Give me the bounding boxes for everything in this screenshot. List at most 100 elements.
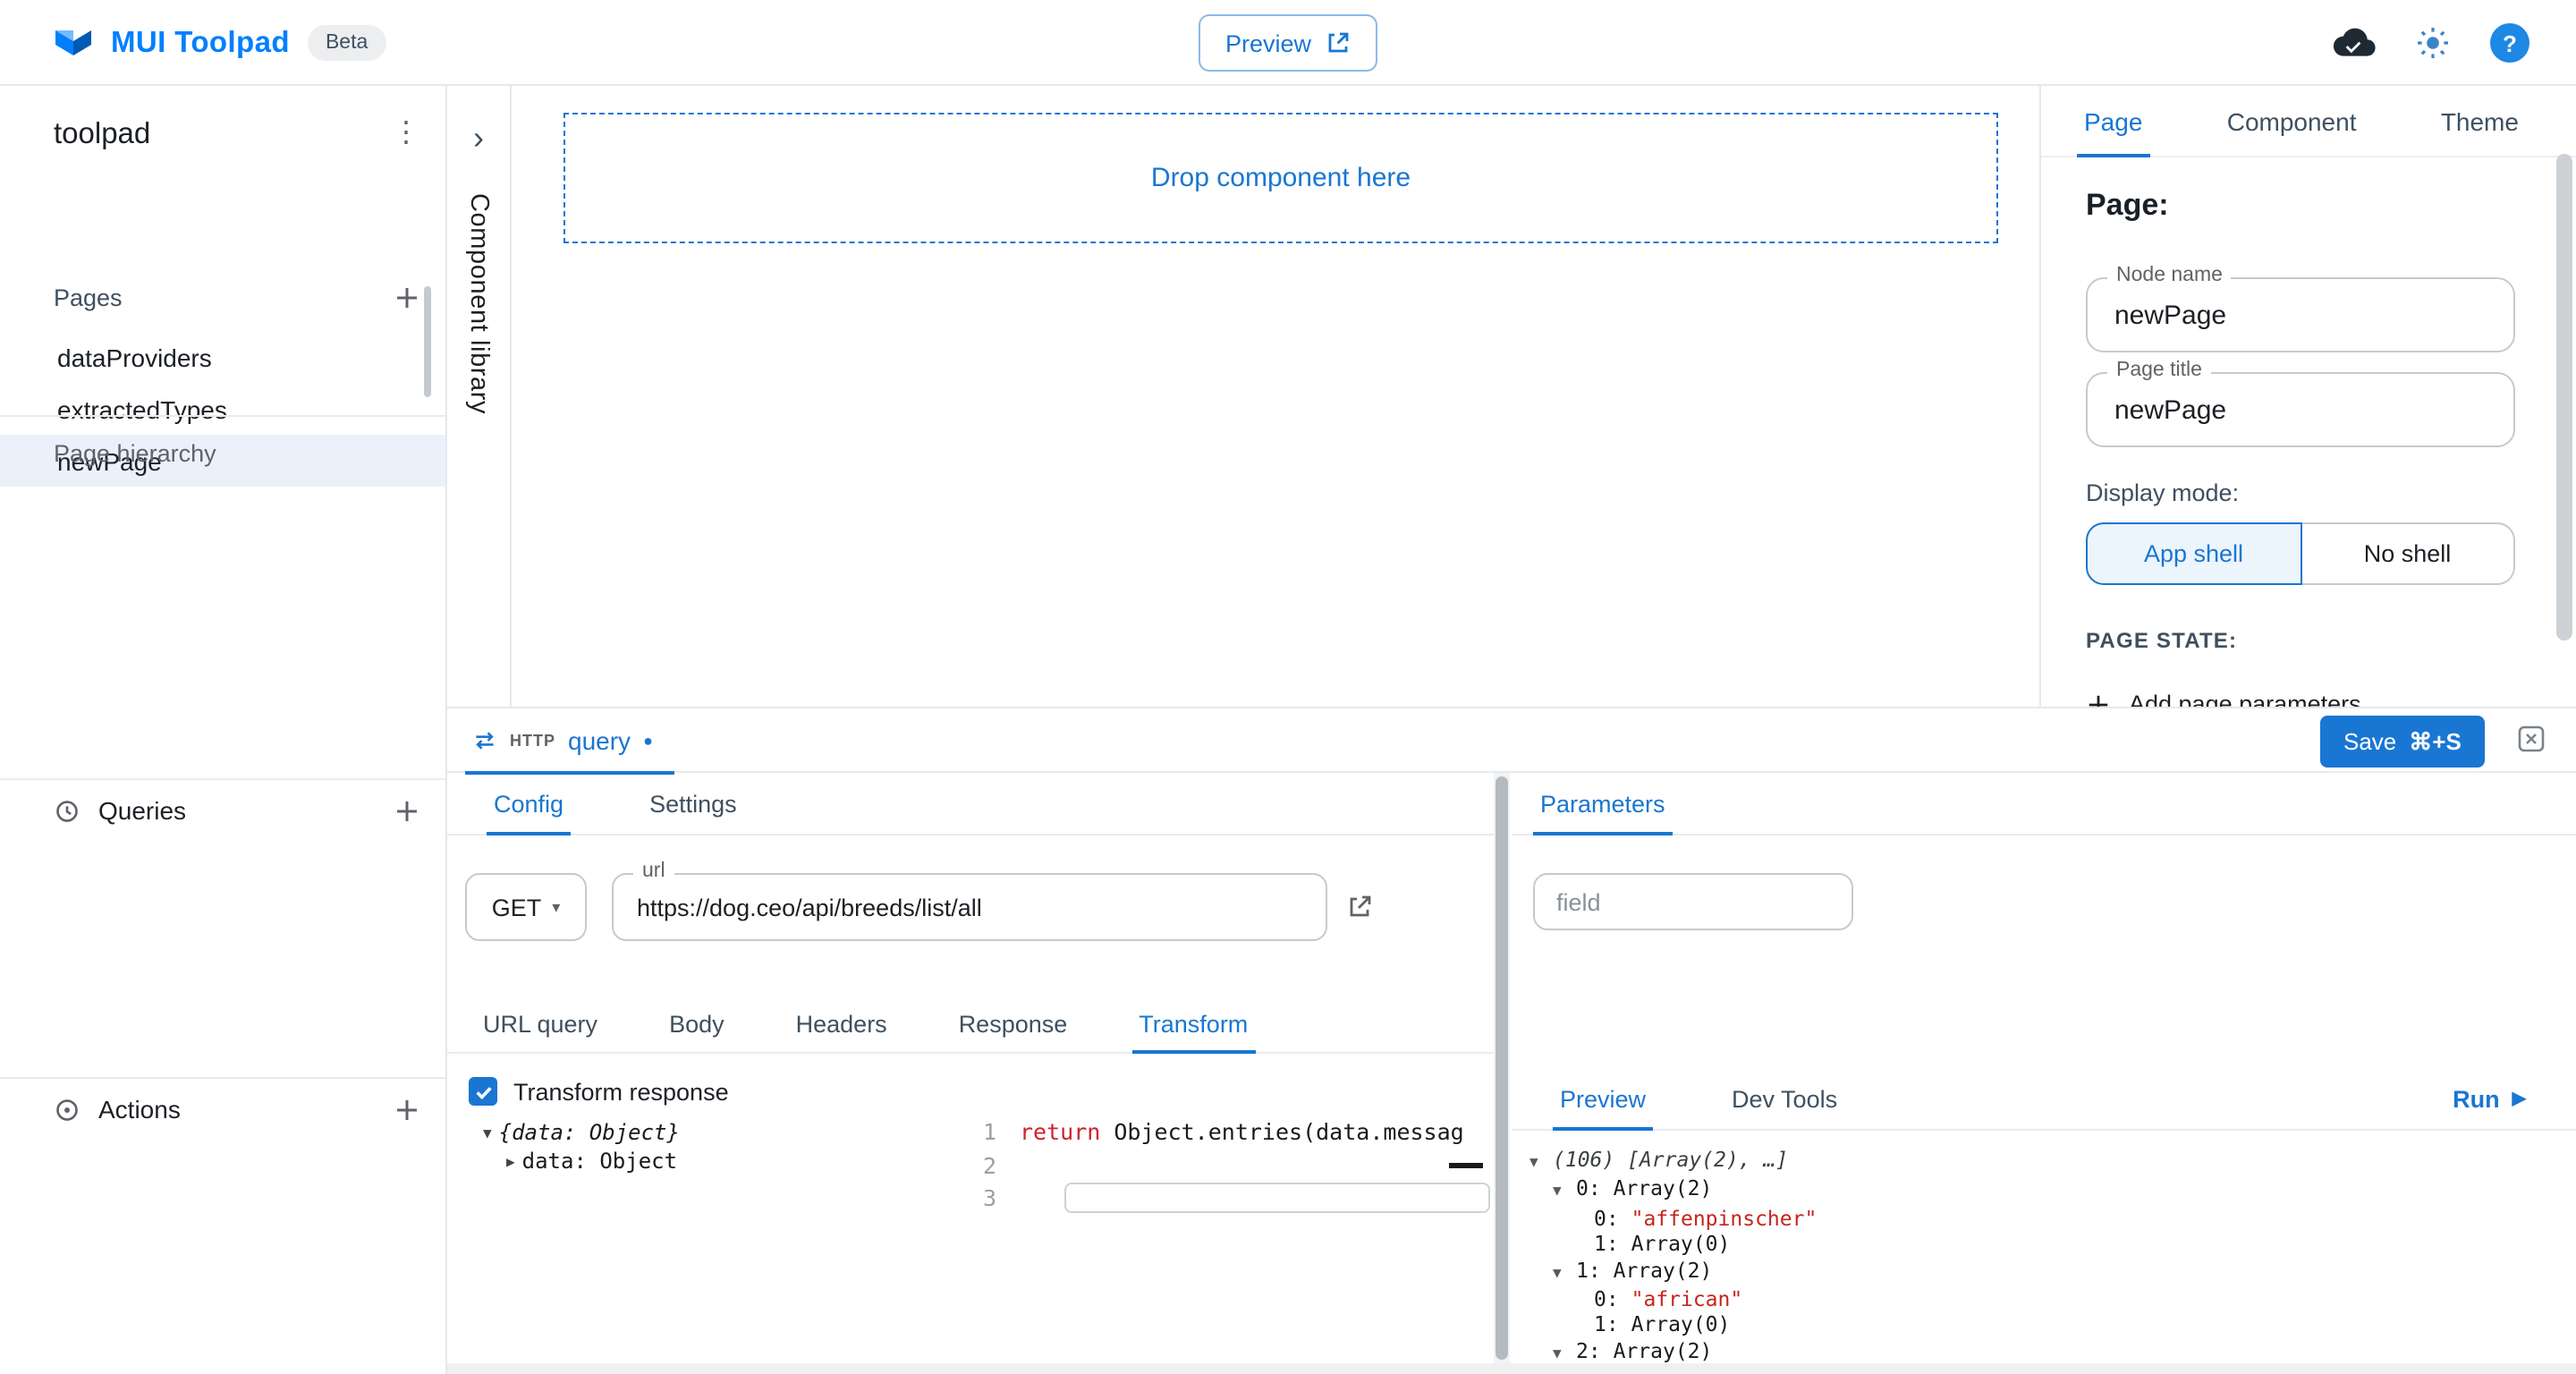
editor-overlay-dash [1449,1163,1483,1168]
tab-url-query[interactable]: URL query [476,995,605,1052]
open-url-button[interactable] [1345,893,1374,921]
help-icon: ? [2490,23,2529,63]
request-row: GET ▾ url [447,873,1494,941]
output-line[interactable]: ▼1: Array(2) [1512,1257,2576,1286]
inspector-panel: Page Component Theme Page: Node name Pag… [2039,86,2576,707]
sun-icon [2415,25,2451,61]
url-input[interactable] [614,875,1326,939]
queries-header-label: Queries [98,796,376,825]
output-key: 1: [1576,1257,1601,1283]
line-numbers: 1 2 3 [948,1116,1020,1374]
query-tab-label: query [568,726,631,755]
app-bar: MUI Toolpad Beta Preview [0,0,2576,86]
line-number: 1 [948,1116,996,1149]
page-title-input[interactable] [2088,374,2513,445]
inspector-scrollbar[interactable] [2556,154,2572,640]
http-protocol-label: HTTP [510,732,555,750]
output-string: "affenpinscher" [1631,1206,1818,1232]
page-item-extractedtypes[interactable]: extractedTypes [0,383,445,435]
sidebar: toolpad ⋮ Pages dataProviders extractedT… [0,86,447,1374]
panel-scrollbar-thumb[interactable] [1496,776,1508,1360]
output-line[interactable]: ▼(106) [Array(2), …] [1512,1147,2576,1176]
display-mode-label: Display mode: [2086,479,2239,506]
save-button[interactable]: Save ⌘+S [2320,716,2485,768]
parameter-field-input[interactable] [1535,875,1852,929]
tab-preview[interactable]: Preview [1553,1070,1653,1129]
tab-response[interactable]: Response [952,995,1075,1052]
actions-section-header[interactable]: Actions [0,1079,445,1140]
close-panel-button[interactable] [2517,725,2546,753]
tab-page[interactable]: Page [2084,86,2142,157]
dropzone[interactable]: Drop component here [564,113,1998,243]
page-hierarchy-label: Page hierarchy [54,439,216,466]
play-icon: ▶ [2512,1090,2526,1109]
deploy-status-button[interactable] [2333,27,2376,59]
component-library-label: Component library [464,193,493,414]
inspector-tabs: Page Component Theme [2041,86,2576,157]
page-item-dataproviders[interactable]: dataProviders [0,331,445,383]
dropzone-text: Drop component here [1151,163,1411,193]
output-line: 1: Array(0) [1512,1312,2576,1338]
node-name-field: Node name [2086,277,2515,352]
brand-area: MUI Toolpad Beta [54,0,386,86]
kebab-icon: ⋮ [392,120,420,148]
preview-button[interactable]: Preview [1199,14,1377,72]
transform-response-toggle[interactable]: Transform response [469,1077,729,1106]
checkbox-checked-icon[interactable] [469,1077,497,1106]
help-button[interactable]: ? [2490,23,2529,63]
tab-parameters[interactable]: Parameters [1533,773,1673,834]
tree-node-root[interactable]: ▼ {data: Object} [483,1118,680,1147]
close-icon [2517,725,2546,753]
output-text: Array(0) [1631,1312,1731,1338]
data-tree: ▼ {data: Object} ▶ data: Object [483,1118,680,1175]
tab-headers[interactable]: Headers [789,995,894,1052]
open-in-new-icon [1326,30,1351,55]
app-title: MUI Toolpad [111,26,290,60]
code-content[interactable]: return Object.entries(data.messag [1020,1116,1494,1374]
node-name-input[interactable] [2088,279,2513,351]
preview-output: ▼(106) [Array(2), …] ▼0: Array(2) 0: "af… [1512,1147,2576,1374]
tab-dev-tools[interactable]: Dev Tools [1724,1070,1844,1129]
tree-node-data[interactable]: ▶ data: Object [483,1147,680,1175]
tab-body[interactable]: Body [662,995,732,1052]
toggle-app-shell[interactable]: App shell [2086,522,2301,585]
queries-section-header[interactable]: Queries [0,780,445,841]
project-menu-button[interactable]: ⋮ [392,120,420,148]
queries-icon [54,797,80,824]
add-page-button[interactable] [394,284,420,310]
pages-list-scrollbar[interactable] [424,286,431,397]
expanded-icon: ▼ [1553,1180,1576,1206]
component-library-drawer[interactable]: › Component library [447,86,512,707]
chevron-right-icon[interactable]: › [473,122,484,154]
output-key: 0: [1594,1286,1619,1312]
add-page-parameters-button[interactable]: Add page parameters [2086,691,2361,707]
output-key: 1: [1594,1231,1619,1257]
tab-config[interactable]: Config [487,773,571,834]
expanded-icon: ▼ [483,1124,492,1141]
output-line[interactable]: ▼0: Array(2) [1512,1176,2576,1206]
method-select[interactable]: GET ▾ [465,873,587,941]
project-name: toolpad [54,117,392,151]
tab-transform[interactable]: Transform [1131,995,1255,1052]
tab-component[interactable]: Component [2227,86,2357,157]
query-tab[interactable]: HTTP query ● [465,708,674,773]
parameters-pane: Parameters Preview Dev Tools Run ▶ ▼(106… [1512,773,2576,1374]
add-action-button[interactable] [394,1096,420,1123]
add-query-button[interactable] [394,797,420,824]
plus-icon [2086,691,2111,707]
output-text: Array(2) [1614,1176,1713,1202]
toggle-no-shell[interactable]: No shell [2301,522,2515,585]
theme-toggle-button[interactable] [2415,25,2451,61]
tab-theme[interactable]: Theme [2441,86,2519,157]
page-hierarchy-row[interactable]: Page hierarchy [0,429,445,476]
tab-settings[interactable]: Settings [642,773,744,834]
expanded-icon: ▼ [1553,1260,1576,1286]
run-button[interactable]: Run ▶ [2453,1070,2526,1129]
plus-icon [394,1096,420,1123]
output-key: 0: [1576,1176,1601,1202]
horizontal-scrollbar-track[interactable] [447,1363,2576,1374]
collapsed-icon: ▶ [506,1153,515,1169]
transform-code-editor[interactable]: 1 2 3 return Object.entries(data.messag [948,1116,1494,1374]
output-line: 1: Array(0) [1512,1231,2576,1257]
output-string: "african" [1631,1286,1743,1312]
